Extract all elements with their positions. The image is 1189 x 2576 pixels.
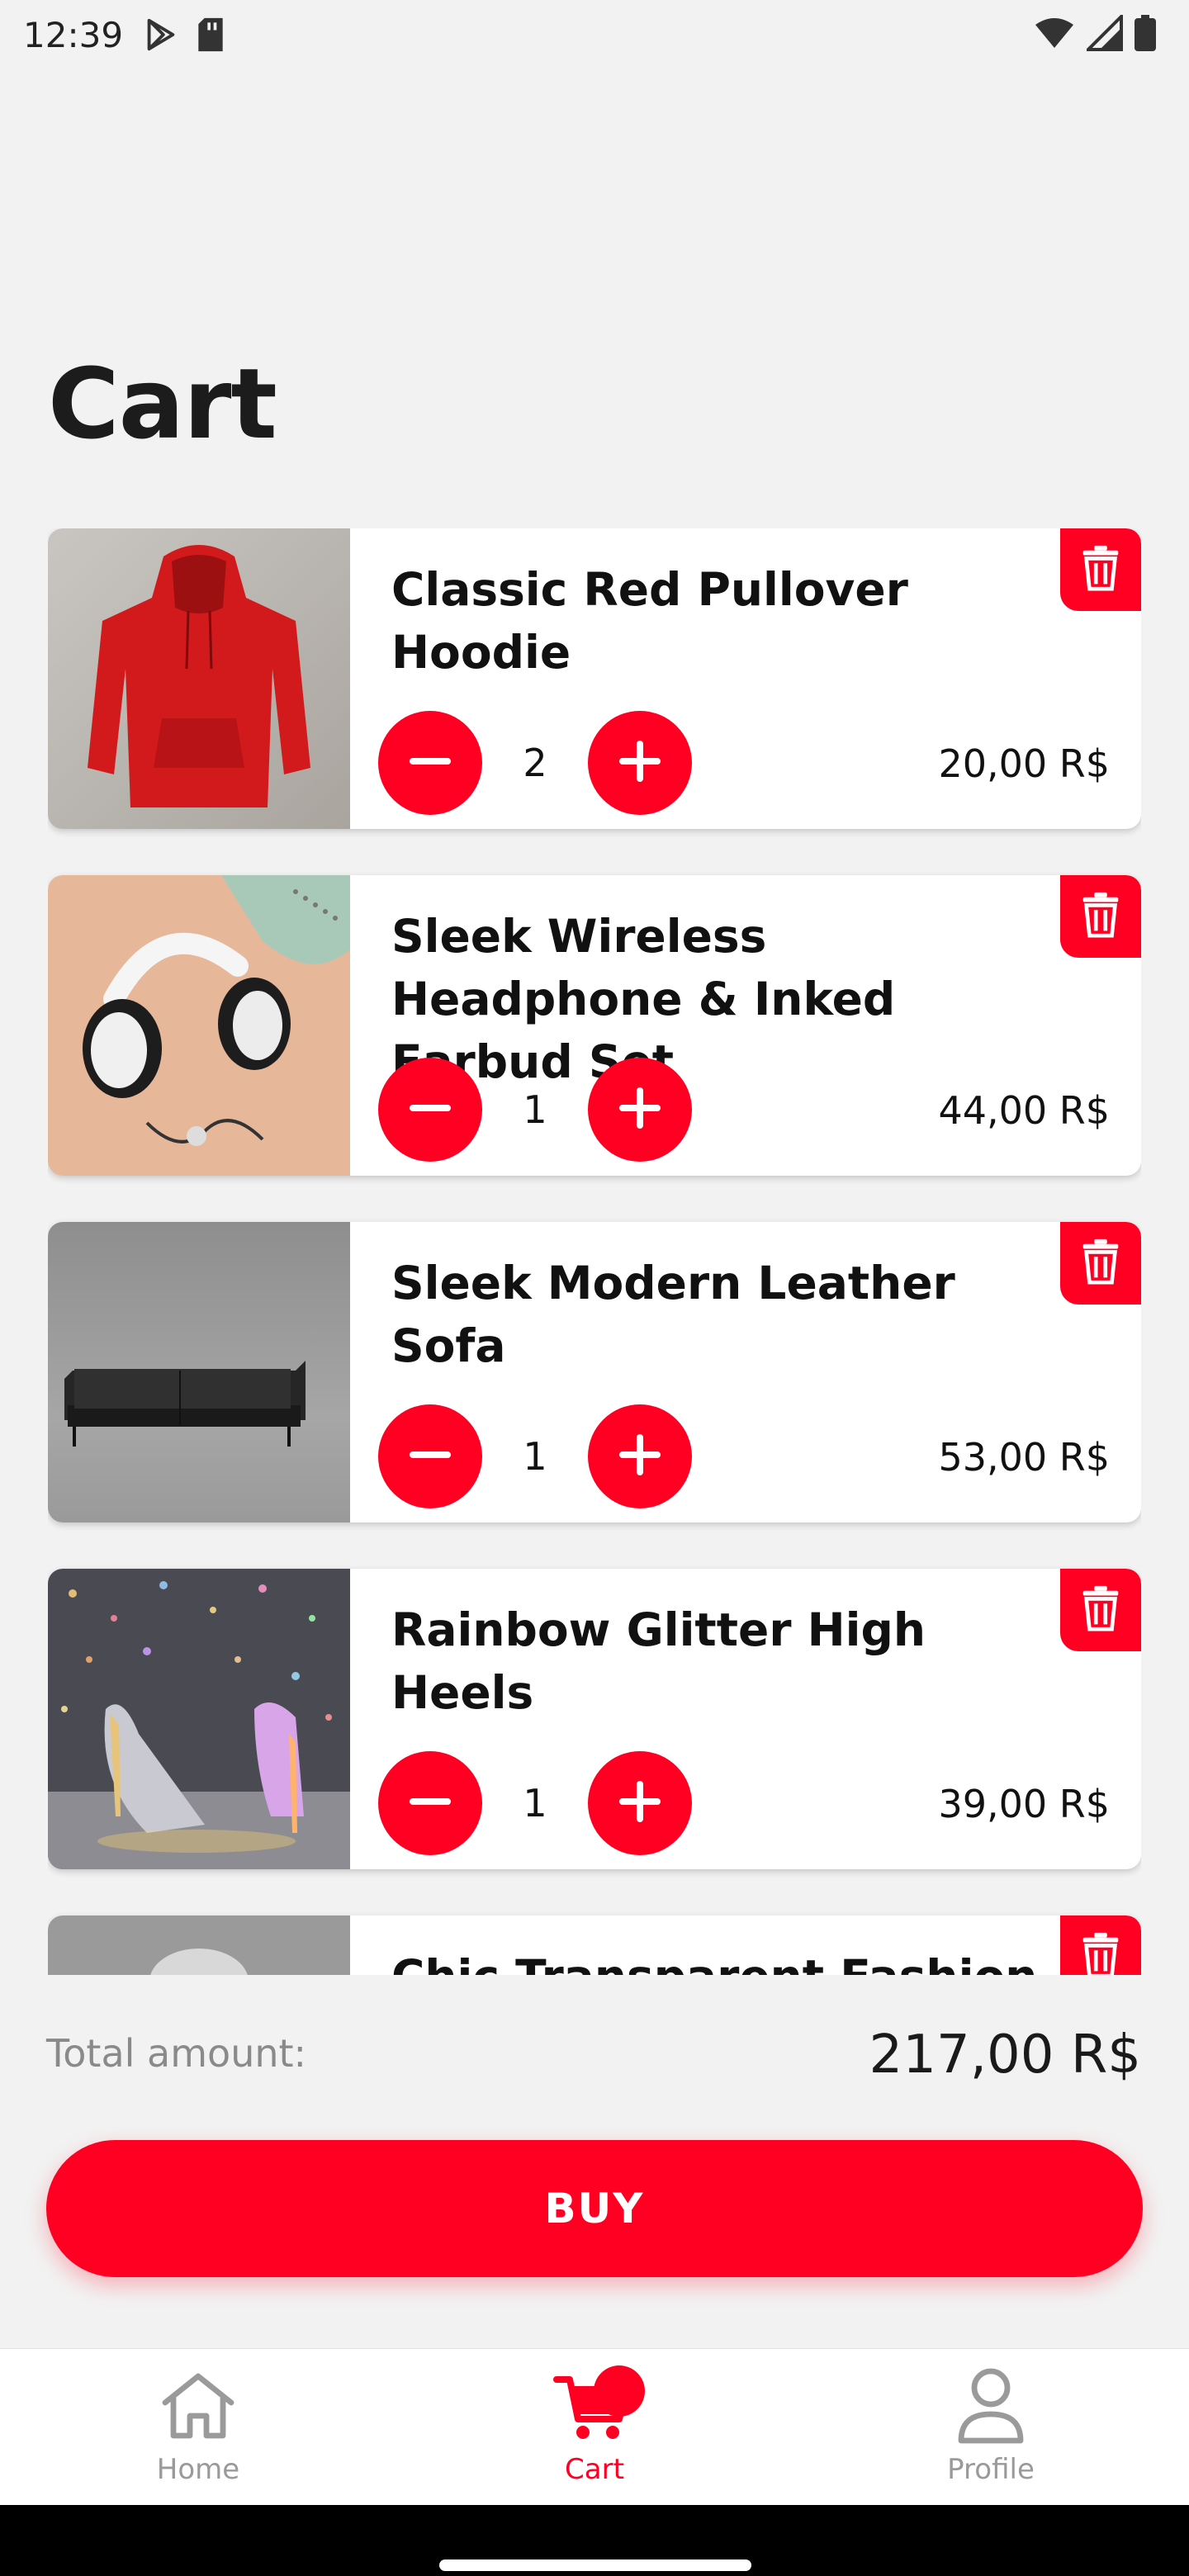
cart-item[interactable]: Sleek Wireless Headphone & Inked Earbud … bbox=[48, 875, 1141, 1176]
signal-icon bbox=[1084, 12, 1123, 59]
trash-icon bbox=[1079, 544, 1122, 595]
increase-quantity-button[interactable] bbox=[588, 1751, 692, 1855]
status-bar: 12:39 bbox=[0, 0, 1189, 69]
item-price: 20,00 R$ bbox=[938, 741, 1110, 786]
quantity-stepper[interactable]: 1 bbox=[378, 1058, 692, 1162]
delete-item-button[interactable] bbox=[1060, 875, 1141, 958]
increase-quantity-button[interactable] bbox=[588, 1058, 692, 1162]
sd-card-icon bbox=[194, 17, 227, 53]
product-image-sofa bbox=[48, 1222, 350, 1522]
item-name: Chic Transparent Fashion bbox=[391, 1945, 1068, 1975]
product-image-hoodie bbox=[48, 528, 350, 829]
quantity-value: 1 bbox=[523, 1781, 547, 1825]
plus-icon bbox=[617, 1778, 663, 1828]
product-image-headphones bbox=[48, 875, 350, 1176]
quantity-stepper[interactable]: 2 bbox=[378, 711, 692, 815]
item-price: 39,00 R$ bbox=[938, 1782, 1110, 1826]
nav-label-cart: Cart bbox=[565, 2453, 624, 2486]
decrease-quantity-button[interactable] bbox=[378, 1058, 482, 1162]
status-time: 12:39 bbox=[23, 14, 124, 55]
item-price: 44,00 R$ bbox=[938, 1088, 1110, 1133]
increase-quantity-button[interactable] bbox=[588, 711, 692, 815]
item-name: Classic Red Pullover Hoodie bbox=[391, 563, 908, 679]
bottom-navigation: Home Cart Profile bbox=[0, 2348, 1189, 2505]
nav-label-home: Home bbox=[156, 2453, 240, 2486]
plus-icon bbox=[617, 1432, 663, 1481]
increase-quantity-button[interactable] bbox=[588, 1404, 692, 1508]
minus-icon bbox=[407, 1778, 453, 1828]
item-name: Rainbow Glitter High Heels bbox=[391, 1603, 926, 1719]
home-gesture-handle[interactable] bbox=[439, 2559, 751, 2571]
buy-button[interactable]: BUY bbox=[46, 2140, 1143, 2277]
quantity-value: 1 bbox=[523, 1087, 547, 1132]
trash-icon bbox=[1079, 891, 1122, 942]
delete-item-button[interactable] bbox=[1060, 1569, 1141, 1651]
trash-icon bbox=[1079, 1931, 1122, 1975]
cart-list[interactable]: Classic Red Pullover Hoodie 2 20,00 R$ S… bbox=[48, 528, 1141, 1975]
trash-icon bbox=[1079, 1238, 1122, 1289]
plus-icon bbox=[617, 738, 663, 788]
decrease-quantity-button[interactable] bbox=[378, 711, 482, 815]
wifi-icon bbox=[1034, 17, 1075, 58]
product-image-partial bbox=[48, 1915, 350, 1975]
quantity-value: 2 bbox=[523, 741, 547, 785]
page-title: Cart bbox=[48, 347, 277, 461]
total-amount-label: Total amount: bbox=[46, 2031, 307, 2076]
item-price: 53,00 R$ bbox=[938, 1435, 1110, 1480]
quantity-stepper[interactable]: 1 bbox=[378, 1751, 692, 1855]
product-image-heels bbox=[48, 1569, 350, 1869]
nav-item-profile[interactable]: Profile bbox=[793, 2349, 1189, 2505]
home-icon bbox=[153, 2361, 244, 2451]
delete-item-button[interactable] bbox=[1060, 1222, 1141, 1305]
battery-icon bbox=[1135, 15, 1156, 59]
nav-item-cart[interactable]: Cart bbox=[396, 2349, 793, 2505]
profile-icon bbox=[945, 2361, 1036, 2451]
quantity-value: 1 bbox=[523, 1434, 547, 1479]
minus-icon bbox=[407, 1085, 453, 1134]
decrease-quantity-button[interactable] bbox=[378, 1404, 482, 1508]
cart-item[interactable]: Chic Transparent Fashion bbox=[48, 1915, 1141, 1975]
delete-item-button[interactable] bbox=[1060, 528, 1141, 611]
play-store-icon bbox=[141, 16, 179, 54]
plus-icon bbox=[617, 1085, 663, 1134]
minus-icon bbox=[407, 1432, 453, 1481]
quantity-stepper[interactable]: 1 bbox=[378, 1404, 692, 1508]
item-name: Sleek Modern Leather Sofa bbox=[391, 1257, 955, 1372]
trash-icon bbox=[1079, 1584, 1122, 1636]
cart-item[interactable]: Sleek Modern Leather Sofa 1 53,00 R$ bbox=[48, 1222, 1141, 1522]
cart-item[interactable]: Classic Red Pullover Hoodie 2 20,00 R$ bbox=[48, 528, 1141, 829]
minus-icon bbox=[407, 738, 453, 788]
nav-item-home[interactable]: Home bbox=[0, 2349, 396, 2505]
delete-item-button[interactable] bbox=[1060, 1915, 1141, 1975]
total-amount-value: 217,00 R$ bbox=[869, 2024, 1141, 2086]
cart-icon bbox=[549, 2361, 645, 2451]
nav-label-profile: Profile bbox=[947, 2453, 1035, 2486]
cart-item[interactable]: Rainbow Glitter High Heels 1 39,00 R$ bbox=[48, 1569, 1141, 1869]
cart-badge bbox=[594, 2365, 645, 2417]
decrease-quantity-button[interactable] bbox=[378, 1751, 482, 1855]
